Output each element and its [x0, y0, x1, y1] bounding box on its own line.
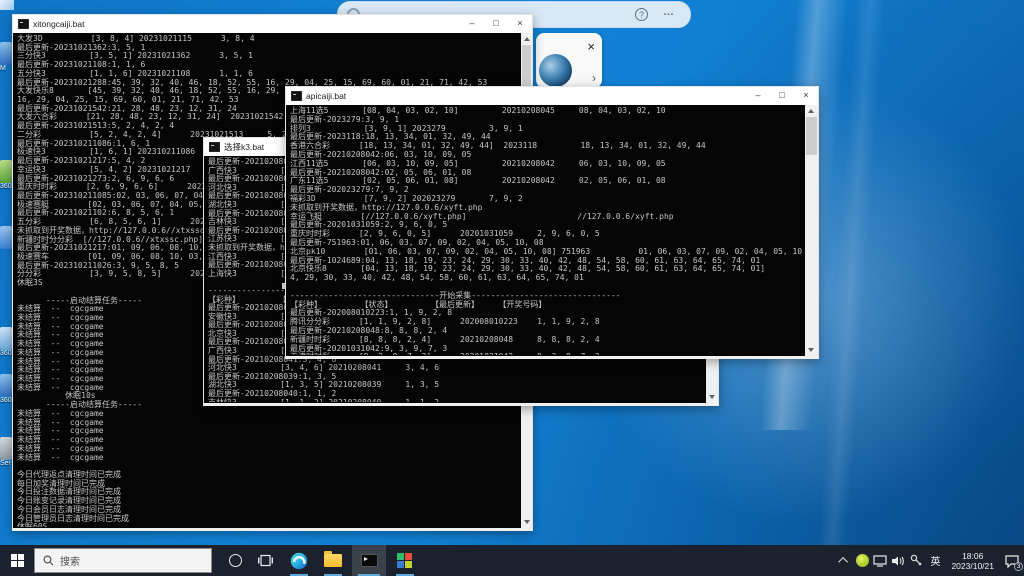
- window-title: 选择k3.bat: [224, 141, 264, 153]
- scrollbar[interactable]: [805, 105, 818, 356]
- scroll-down-icon[interactable]: [808, 348, 814, 352]
- clock-time: 18:06: [951, 551, 994, 561]
- globe-image: [539, 54, 572, 87]
- task-view-icon: [258, 554, 273, 567]
- titlebar[interactable]: xitongcaiji.bat – □ ×: [13, 15, 532, 33]
- console-output: 上海11选5 [08, 04, 03, 02, 10] 20210208045 …: [287, 105, 803, 355]
- action-center-button[interactable]: 3: [1000, 545, 1024, 576]
- desktop-icon-image: [0, 160, 12, 183]
- console-line: 天津时时彩 [9, 3, 9, 7, 3] 20201031042 9, 3, …: [290, 353, 803, 355]
- task-view-button[interactable]: [250, 545, 280, 576]
- scroll-up-icon[interactable]: [808, 109, 814, 113]
- desktop-icon-image: [0, 327, 12, 350]
- close-button[interactable]: ×: [508, 15, 532, 33]
- folder-icon: [324, 554, 342, 567]
- console-line: 休眠60S: [17, 523, 519, 527]
- search-icon: [43, 555, 54, 566]
- console-icon: [18, 19, 29, 29]
- taskbar-app-button[interactable]: [390, 545, 420, 576]
- window-apicaiji: apicaiji.bat – □ × 上海11选5 [08, 04, 03, 0…: [285, 86, 819, 359]
- minimize-button[interactable]: –: [460, 15, 484, 33]
- tray-expand-button[interactable]: [835, 545, 853, 576]
- scroll-down-icon[interactable]: [524, 520, 530, 524]
- scrollbar-thumb[interactable]: [522, 45, 531, 91]
- tray-volume-button[interactable]: [889, 545, 907, 576]
- taskbar-explorer-button[interactable]: [318, 545, 348, 576]
- notification-badge: 3: [1014, 562, 1023, 571]
- maximize-button[interactable]: □: [484, 15, 508, 33]
- desktop-icon-image: [0, 437, 12, 460]
- maximize-button[interactable]: □: [770, 87, 794, 105]
- console-line: 未结算 -- cgcgame: [17, 454, 519, 463]
- cortana-button[interactable]: [220, 545, 250, 576]
- edge-icon: [290, 552, 308, 570]
- help-icon[interactable]: ?: [635, 8, 648, 21]
- wallpaper-light-beam: [816, 0, 885, 560]
- speaker-icon: [891, 555, 905, 567]
- scroll-down-icon[interactable]: [709, 395, 715, 399]
- notification-card[interactable]: × ›: [536, 33, 602, 88]
- windows-logo-icon: [11, 554, 24, 567]
- more-options-icon[interactable]: …: [663, 6, 674, 18]
- console-icon: [209, 142, 220, 152]
- taskbar-cmd-button-active[interactable]: [352, 545, 386, 576]
- key-icon: [910, 554, 923, 567]
- console-line: 吉林快3 [1, 1, 2] 20210208040 1, 1, 2: [208, 399, 703, 402]
- desktop-icon-image: [0, 374, 12, 397]
- console-line: 4, 29, 30, 33, 40, 42, 48, 54, 58, 60, 6…: [290, 274, 803, 283]
- tray-key-button[interactable]: [907, 545, 925, 576]
- clock-date: 2023/10/21: [951, 561, 994, 571]
- colorful-app-icon: [397, 553, 413, 569]
- chevron-right-icon[interactable]: ›: [592, 71, 596, 85]
- taskbar-edge-button[interactable]: [284, 545, 314, 576]
- close-button[interactable]: ×: [794, 87, 818, 105]
- scroll-up-icon[interactable]: [524, 37, 530, 41]
- tray-display-button[interactable]: [871, 545, 889, 576]
- search-placeholder: 搜索: [60, 553, 80, 568]
- console-icon: [291, 91, 302, 101]
- window-title: apicaiji.bat: [306, 91, 346, 101]
- cortana-icon: [229, 554, 242, 567]
- taskbar-search-input[interactable]: 搜索: [34, 548, 212, 573]
- ime-indicator[interactable]: 英: [925, 553, 945, 568]
- cmd-icon: [361, 554, 378, 567]
- desktop-icon-image: [0, 226, 12, 249]
- taskbar-clock[interactable]: 18:06 2023/10/21: [945, 551, 1000, 571]
- minimize-button[interactable]: –: [746, 87, 770, 105]
- scrollbar-thumb[interactable]: [806, 117, 817, 155]
- system-tray: 英 18:06 2023/10/21 3: [835, 545, 1024, 576]
- titlebar[interactable]: apicaiji.bat – □ ×: [286, 87, 818, 105]
- monitor-icon: [873, 555, 887, 567]
- desktop-icon-image: [0, 42, 12, 65]
- chevron-up-icon: [838, 557, 848, 567]
- taskbar: 搜索: [0, 545, 1024, 576]
- start-button[interactable]: [0, 545, 34, 576]
- 360-safety-icon: [856, 554, 869, 567]
- desktop-icon-fragment[interactable]: [0, 0, 14, 10]
- close-icon[interactable]: ×: [587, 42, 595, 52]
- tray-360-button[interactable]: [853, 545, 871, 576]
- console-line: 今日管理员日志清理时间已完成: [17, 515, 519, 524]
- window-title: xitongcaiji.bat: [33, 19, 85, 29]
- desktop: M 360 360 360 Ser ? … × › xitongcaiji.ba…: [0, 0, 1024, 576]
